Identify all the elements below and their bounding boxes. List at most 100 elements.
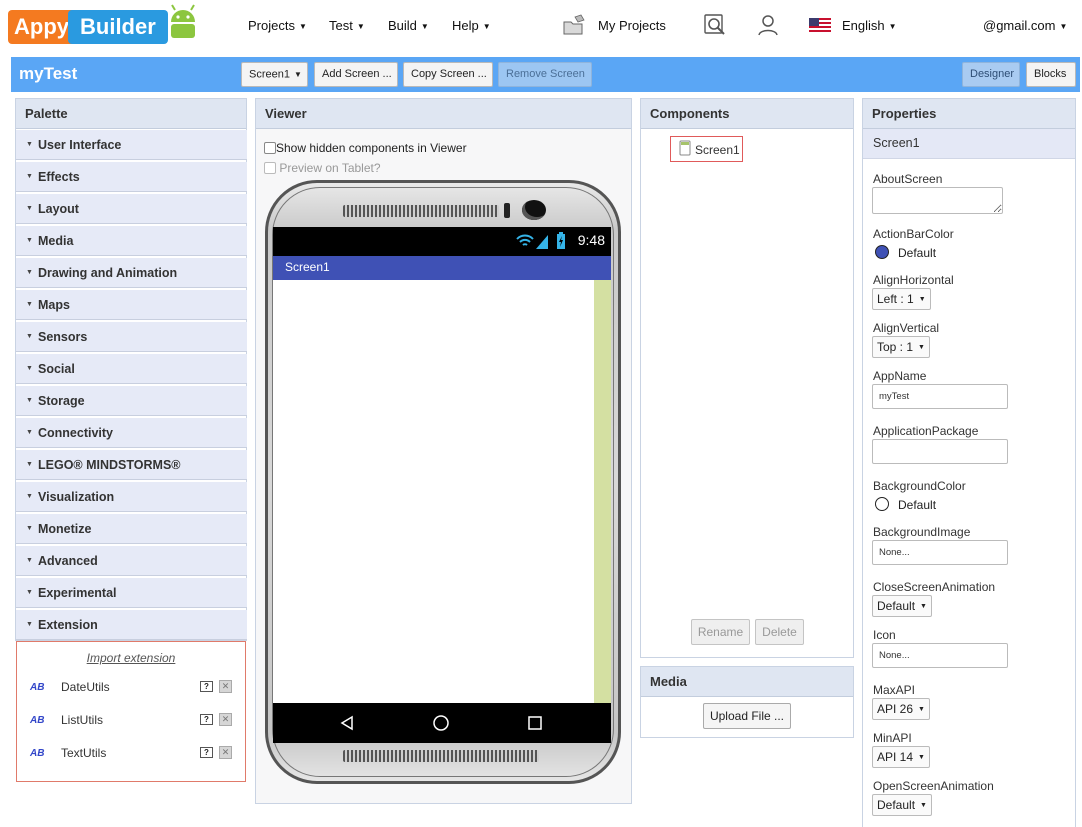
- palette-category-connectivity[interactable]: ▼ Connectivity: [16, 418, 247, 448]
- menu-help[interactable]: Help ▼: [452, 18, 491, 33]
- extension-name: TextUtils: [61, 746, 107, 760]
- help-icon[interactable]: ?: [200, 714, 213, 725]
- palette-category-effects[interactable]: ▼ Effects: [16, 162, 247, 192]
- palette-category-maps[interactable]: ▼ Maps: [16, 290, 247, 320]
- phone-top-speaker-grille: [343, 205, 499, 217]
- maxapi-value: API 26: [877, 702, 914, 716]
- caret-down-icon: ▼: [356, 22, 365, 32]
- show-hidden-label: Show hidden components in Viewer: [276, 141, 467, 155]
- triangle-right-icon: ▼: [26, 461, 33, 468]
- designer-button[interactable]: Designer: [962, 62, 1020, 87]
- top-navbar: Appy Builder Projects ▼ Test ▼ Build ▼ Help…: [0, 0, 1082, 56]
- help-icon[interactable]: ?: [200, 747, 213, 758]
- openscreenanimation-select[interactable]: Default ▼: [872, 794, 932, 816]
- appname-input[interactable]: myTest: [872, 384, 1008, 409]
- prop-label-maxapi: MaxAPI: [873, 683, 916, 697]
- minapi-value: API 14: [877, 750, 914, 764]
- backgroundcolor-swatch[interactable]: [875, 497, 889, 511]
- copy-screen-button[interactable]: Copy Screen ...: [403, 62, 493, 87]
- menu-build[interactable]: Build ▼: [388, 18, 429, 33]
- palette-category-label: Experimental: [38, 586, 117, 600]
- alignvertical-select[interactable]: Top : 1 ▼: [872, 336, 930, 358]
- open-folder-icon[interactable]: [562, 14, 586, 36]
- delete-icon[interactable]: ✕: [219, 746, 232, 759]
- palette-category-advanced[interactable]: ▼ Advanced: [16, 546, 247, 576]
- palette-category-visualization[interactable]: ▼ Visualization: [16, 482, 247, 512]
- screen-select-dropdown[interactable]: Screen1 ▼: [241, 62, 308, 87]
- palette-category-storage[interactable]: ▼ Storage: [16, 386, 247, 416]
- extension-item-dateutils[interactable]: AB DateUtils ? ✕: [17, 678, 245, 700]
- applicationpackage-input[interactable]: [872, 439, 1008, 464]
- palette-category-lego-mindstorms[interactable]: ▼ LEGO® MINDSTORMS®: [16, 450, 247, 480]
- extension-item-textutils[interactable]: AB TextUtils ? ✕: [17, 744, 245, 766]
- extension-logo-icon: AB: [30, 715, 45, 726]
- preview-tablet-option: Preview on Tablet?: [264, 161, 381, 175]
- menu-projects[interactable]: Projects ▼: [248, 18, 307, 33]
- palette-category-label: Storage: [38, 394, 85, 408]
- delete-button[interactable]: Delete: [755, 619, 804, 645]
- screen-select-label: Screen1: [249, 68, 290, 81]
- blocks-button[interactable]: Blocks: [1026, 62, 1076, 87]
- nav-home-icon: [433, 715, 449, 731]
- battery-charging-icon: [557, 232, 565, 249]
- palette-category-label: Sensors: [38, 330, 88, 344]
- minapi-select[interactable]: API 14 ▼: [872, 746, 930, 768]
- aboutscreen-textarea[interactable]: [872, 187, 1003, 214]
- palette-category-extension[interactable]: ▼ Extension: [16, 610, 247, 640]
- language-dropdown[interactable]: English ▼: [842, 18, 897, 33]
- menu-help-label: Help: [452, 18, 479, 33]
- backgroundimage-picker[interactable]: None...: [872, 540, 1008, 565]
- project-title: myTest: [19, 64, 78, 83]
- triangle-right-icon: ▼: [26, 525, 33, 532]
- add-screen-button[interactable]: Add Screen ...: [314, 62, 398, 87]
- maxapi-select[interactable]: API 26 ▼: [872, 698, 930, 720]
- actionbarcolor-swatch[interactable]: [875, 245, 889, 259]
- show-hidden-option[interactable]: Show hidden components in Viewer: [264, 141, 467, 155]
- alignhorizontal-select[interactable]: Left : 1 ▼: [872, 288, 931, 310]
- palette-category-media[interactable]: ▼ Media: [16, 226, 247, 256]
- caret-down-icon: ▼: [482, 22, 491, 32]
- caret-down-icon: ▼: [918, 343, 925, 351]
- delete-icon[interactable]: ✕: [219, 713, 232, 726]
- screen-component-icon: [679, 140, 691, 156]
- account-dropdown[interactable]: @gmail.com ▼: [983, 18, 1067, 33]
- prop-label-aboutscreen: AboutScreen: [873, 172, 943, 186]
- component-tree-screen1[interactable]: Screen1: [670, 136, 743, 162]
- wifi-signal-icon: [516, 234, 548, 249]
- palette-category-monetize[interactable]: ▼ Monetize: [16, 514, 247, 544]
- import-extension-link[interactable]: Import extension: [17, 651, 245, 665]
- palette-category-sensors[interactable]: ▼ Sensors: [16, 322, 247, 352]
- closescreenanimation-value: Default: [877, 599, 916, 613]
- phone-bottom-speaker-grille: [343, 750, 539, 762]
- closescreenanimation-select[interactable]: Default ▼: [872, 595, 932, 617]
- show-hidden-checkbox[interactable]: [264, 142, 276, 154]
- help-icon[interactable]: ?: [200, 681, 213, 692]
- delete-icon[interactable]: ✕: [219, 680, 232, 693]
- palette-category-label: Layout: [38, 202, 79, 216]
- android-robot-icon: [171, 4, 195, 38]
- backgroundcolor-value[interactable]: Default: [898, 498, 936, 512]
- upload-file-button[interactable]: Upload File ...: [703, 703, 791, 729]
- palette-category-experimental[interactable]: ▼ Experimental: [16, 578, 247, 608]
- extension-item-listutils[interactable]: AB ListUtils ? ✕: [17, 711, 245, 733]
- palette-category-drawing-animation[interactable]: ▼ Drawing and Animation: [16, 258, 247, 288]
- preview-tablet-checkbox: [264, 162, 276, 174]
- palette-category-layout[interactable]: ▼ Layout: [16, 194, 247, 224]
- icon-picker[interactable]: None...: [872, 643, 1008, 668]
- rename-button[interactable]: Rename: [691, 619, 750, 645]
- search-project-icon[interactable]: [702, 13, 728, 37]
- user-icon[interactable]: [756, 13, 780, 37]
- my-projects-link[interactable]: My Projects: [598, 18, 666, 33]
- caret-down-icon: ▼: [1059, 22, 1068, 32]
- palette-category-label: Drawing and Animation: [38, 266, 178, 280]
- remove-screen-button[interactable]: Remove Screen: [498, 62, 592, 87]
- palette-category-user-interface[interactable]: ▼ User Interface: [16, 130, 247, 160]
- actionbarcolor-value[interactable]: Default: [898, 246, 936, 260]
- prop-label-alignvertical: AlignVertical: [873, 321, 940, 335]
- screen-canvas[interactable]: [273, 280, 611, 703]
- palette-category-label: Effects: [38, 170, 80, 184]
- caret-down-icon: ▼: [920, 602, 927, 610]
- prop-label-applicationpackage: ApplicationPackage: [873, 424, 979, 438]
- menu-test[interactable]: Test ▼: [329, 18, 365, 33]
- palette-category-social[interactable]: ▼ Social: [16, 354, 247, 384]
